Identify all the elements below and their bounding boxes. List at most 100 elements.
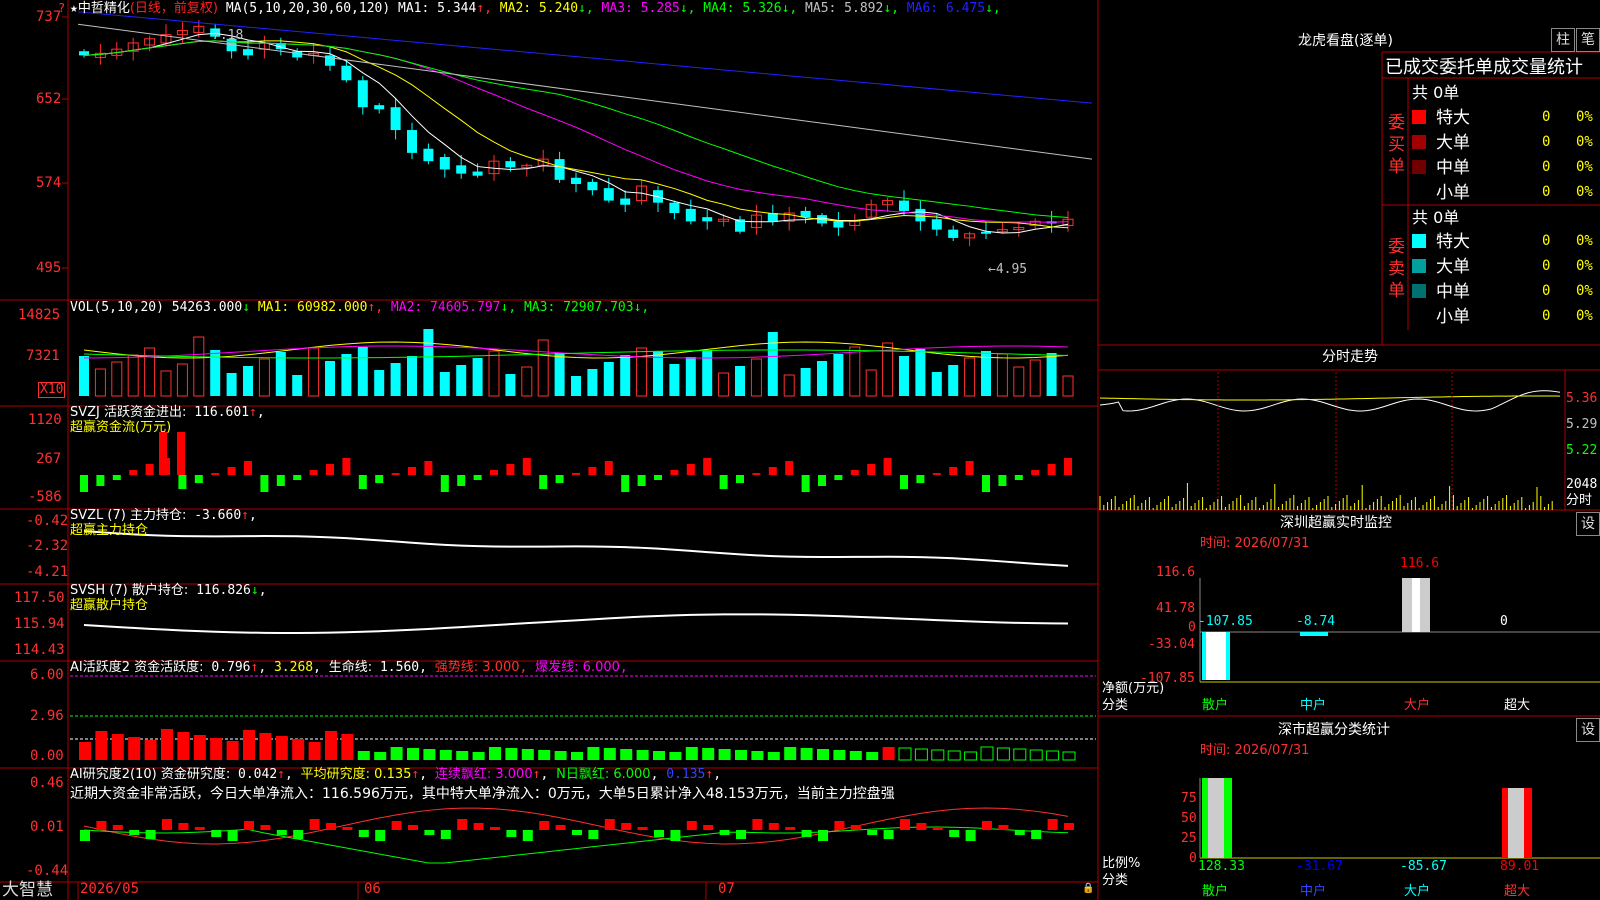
chart-canvas[interactable]: ? (0, 0, 1600, 900)
fundflow-bar (244, 461, 252, 475)
candle-body (587, 181, 598, 191)
stats-time: 时间: 2026/07/31 (1200, 743, 1310, 758)
monitor-category-label: 中户 (1300, 698, 1327, 713)
order-row-label: 中单 (1436, 282, 1470, 302)
order-stats-tabs[interactable]: 已成交委托单成交量统计 (1385, 57, 1583, 79)
fundflow-bar (768, 467, 777, 475)
lock-icon[interactable]: 🔒 (1082, 882, 1094, 896)
research-bar (440, 830, 451, 839)
fundflow-bar (309, 470, 318, 475)
vol-unit-badge[interactable]: X10 (38, 382, 66, 398)
order-row-count: 0 (1542, 233, 1551, 249)
activity-bar (914, 748, 928, 761)
ai2-header: AI研究度2(10) 资金研究度: 0.042↑, 平均研究度: 0.135↑,… (70, 767, 722, 782)
activity-bar (685, 747, 698, 760)
svsh-axis-top: 117.50 (14, 590, 65, 606)
research-bar (211, 830, 222, 837)
fundflow-bar (211, 473, 220, 475)
sell-side-label: 委卖单 (1388, 237, 1405, 301)
activity-bar (79, 742, 91, 760)
volume-bar (111, 361, 123, 397)
activity-bar (226, 741, 239, 760)
volume-bar (685, 357, 696, 396)
fundflow-bar (949, 467, 958, 475)
volume-bar (554, 353, 565, 396)
research-bar (391, 821, 402, 830)
activity-bar (472, 752, 485, 760)
svzj-arrow: ↑ (249, 405, 257, 420)
fundflow-bar (801, 475, 810, 492)
fundflow-bar (375, 475, 384, 483)
app-logo[interactable]: 大智慧 (2, 880, 53, 900)
volume-bar (488, 350, 500, 397)
ai1-v5: 爆发线: 6.000 (535, 660, 620, 675)
price-axis-737: 737 (36, 9, 62, 25)
pen-mode-button[interactable]: 笔 (1576, 28, 1600, 52)
order-color-swatch (1412, 259, 1426, 273)
fundflow-bar (473, 475, 482, 480)
fundflow-bar (506, 464, 515, 475)
price-axis-652: 652 (36, 91, 62, 107)
ai2-label: AI研究度2(10) 资金研究度: (70, 767, 231, 782)
activity-bar (866, 752, 879, 760)
research-bar (424, 830, 435, 835)
activity-bar (292, 739, 305, 760)
svzj-axis-bottom: -586 (28, 489, 62, 505)
candle-body (505, 161, 516, 168)
monitor-bar-value: 0 (1500, 614, 1508, 629)
volume-bar (783, 374, 795, 397)
activity-bar (407, 748, 419, 760)
fundflow-bar (850, 470, 859, 475)
activity-bar (505, 748, 518, 760)
monitor-bar (1300, 632, 1328, 636)
activity-bar (636, 750, 649, 760)
activity-bar (554, 751, 567, 760)
star-icon[interactable]: ★ (70, 1, 78, 16)
ai1-v2: 3.268 (273, 660, 314, 675)
volume-bar (571, 376, 581, 396)
svzj-axis-mid: 267 (36, 451, 62, 467)
activity-bar (1046, 750, 1060, 761)
column-mode-button[interactable]: 柱 (1551, 28, 1575, 52)
volume-header: VOL(5,10,20) 54263.000↓ MA1: 60982.000↑,… (70, 301, 649, 315)
activity-bar (1029, 749, 1043, 761)
ai1-axis-mid: 2.96 (30, 708, 64, 724)
fundflow-bar (982, 475, 990, 492)
activity-bar (898, 747, 912, 761)
volume-bar (587, 369, 598, 396)
volume-bar (948, 365, 959, 396)
ai2-comment: 近期大资金非常活跃，今日大单净流入：116.596万元，其中特大单净流入：0万元… (70, 786, 895, 802)
research-bar (768, 823, 779, 830)
order-row-label: 大单 (1436, 257, 1470, 277)
stats-settings-button[interactable]: 设 (1576, 718, 1600, 742)
volume-bar (374, 370, 385, 396)
research-bar (801, 830, 812, 837)
order-color-swatch (1412, 284, 1426, 298)
order-row-count: 0 (1542, 308, 1551, 324)
monitor-bar-value: -8.74 (1296, 614, 1336, 629)
order-row-count: 0 (1542, 134, 1551, 150)
intraday-axis-3: 5.22 (1566, 443, 1598, 458)
fundflow-bar (539, 475, 548, 489)
svzl-label: SVZL (7) 主力持仓: (70, 508, 187, 523)
activity-bar (653, 751, 665, 760)
indicator-arrow-1: ↓, (578, 1, 594, 16)
candle-body (554, 159, 565, 180)
vol-axis-mid: 7321 (26, 348, 60, 364)
fundflow-bar (818, 475, 826, 486)
monitor-category-label: 超大 (1504, 698, 1531, 713)
monitor-settings-button[interactable]: 设 (1576, 512, 1600, 536)
volume-bar (357, 347, 368, 396)
ai2-v5: 0.135 (666, 767, 706, 782)
stats-bar-highlight (1208, 778, 1224, 858)
ai2-v1: 0.042 (238, 767, 278, 782)
vol-value: 54263.000 (171, 300, 243, 315)
research-bar (539, 821, 550, 830)
indicator-value-1: MA2: 74605.797 (383, 300, 501, 315)
activity-bar (144, 740, 157, 760)
volume-bar (521, 366, 533, 397)
svzl-axis-mid: -2.32 (26, 538, 69, 554)
date-label-jun: 06 (364, 881, 381, 897)
monitor-axis-tick: 41.78 (1156, 601, 1196, 616)
date-label-jul: 07 (718, 881, 735, 897)
